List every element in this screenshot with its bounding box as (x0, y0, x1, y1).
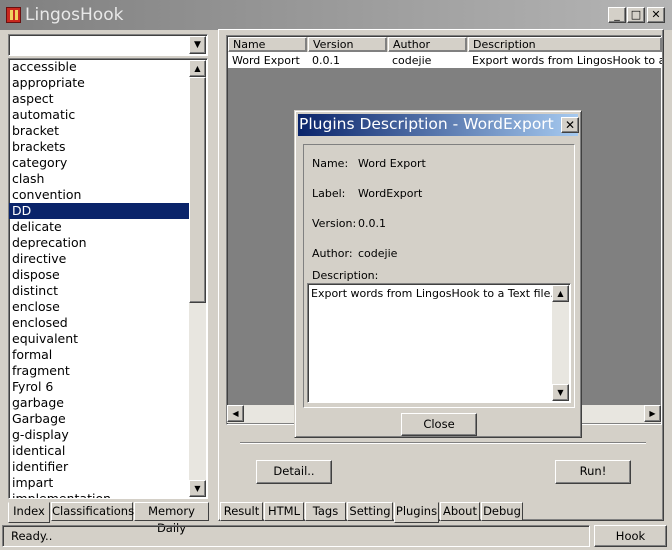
hook-button[interactable]: Hook (594, 525, 667, 547)
close-button[interactable]: ✕ (647, 7, 665, 23)
list-item[interactable]: garbage (9, 395, 189, 411)
tab-index[interactable]: Index (8, 502, 50, 523)
description-label: Description: (312, 269, 379, 282)
scroll-up-icon[interactable]: ▲ (552, 285, 569, 302)
detail-button[interactable]: Detail.. (256, 460, 332, 484)
title-bar: LingosHook _ □ ✕ (0, 0, 672, 30)
list-item[interactable]: convention (9, 187, 189, 203)
dialog-close-icon[interactable]: ✕ (561, 117, 579, 133)
minimize-button[interactable]: _ (608, 7, 626, 23)
scroll-left-icon[interactable]: ◀ (227, 405, 244, 422)
scroll-down-icon[interactable]: ▼ (552, 384, 569, 401)
column-version[interactable]: Version (308, 37, 387, 52)
description-textarea[interactable]: Export words from LingosHook to a Text f… (307, 283, 571, 403)
author-label: Author: (312, 247, 353, 260)
list-item[interactable]: dispose (9, 267, 189, 283)
plugin-name-cell: Word Export (232, 54, 300, 67)
list-item[interactable]: formal (9, 347, 189, 363)
list-item[interactable]: aspect (9, 91, 189, 107)
list-item[interactable]: category (9, 155, 189, 171)
version-value: 0.0.1 (358, 217, 386, 230)
description-scrollbar[interactable]: ▲ ▼ (552, 285, 569, 401)
tab-html[interactable]: HTML (264, 502, 304, 521)
run-button[interactable]: Run! (555, 460, 631, 484)
list-item[interactable]: brackets (9, 139, 189, 155)
list-item[interactable]: impart (9, 475, 189, 491)
list-item[interactable]: g-display (9, 427, 189, 443)
word-list[interactable]: accessible appropriate aspect automatic brac… (8, 58, 208, 499)
tab-debug[interactable]: Debug (481, 502, 523, 521)
left-tabs: Index Classifications Memory Daily (8, 502, 209, 535)
list-item[interactable]: clash (9, 171, 189, 187)
tab-about[interactable]: About (440, 502, 480, 521)
maximize-button[interactable]: □ (627, 7, 645, 23)
right-tabs: Result HTML Tags Setting Plugins About D… (220, 502, 530, 523)
word-search-combo[interactable]: ▼ (8, 34, 208, 56)
tab-result[interactable]: Result (220, 502, 263, 521)
list-item[interactable]: distinct (9, 283, 189, 299)
tab-plugins[interactable]: Plugins (394, 502, 439, 523)
plugin-version-cell: 0.0.1 (312, 54, 340, 67)
list-item[interactable]: equivalent (9, 331, 189, 347)
tab-tags[interactable]: Tags (305, 502, 346, 521)
scroll-up-icon[interactable]: ▲ (189, 60, 206, 77)
plugin-list-header: Name Version Author Description (228, 37, 662, 52)
scroll-down-icon[interactable]: ▼ (189, 480, 206, 497)
plugin-description-cell: Export words from LingosHook to a ... (472, 54, 662, 67)
list-item[interactable]: delicate (9, 219, 189, 235)
chevron-down-icon[interactable]: ▼ (189, 36, 206, 54)
list-item[interactable]: bracket (9, 123, 189, 139)
word-items: accessible appropriate aspect automatic brac… (9, 59, 207, 498)
description-value: Export words from LingosHook to a Text f… (311, 287, 554, 300)
list-item[interactable]: directive (9, 251, 189, 267)
divider (240, 442, 646, 444)
word-list-scrollbar[interactable]: ▲ ▼ (189, 60, 206, 497)
list-item[interactable]: fragment (9, 363, 189, 379)
label-label: Label: (312, 187, 346, 200)
dialog-title: Plugins Description - WordExport (299, 115, 554, 133)
column-author[interactable]: Author (388, 37, 467, 52)
plugin-description-dialog: Plugins Description - WordExport ✕ Name:… (294, 110, 582, 438)
list-item[interactable]: deprecation (9, 235, 189, 251)
column-name[interactable]: Name (228, 37, 307, 52)
name-label: Name: (312, 157, 349, 170)
scroll-right-icon[interactable]: ▶ (644, 405, 661, 422)
list-item[interactable]: implementation (9, 491, 189, 498)
window-title: LingosHook (25, 5, 124, 25)
list-item[interactable]: accessible (9, 59, 189, 75)
dialog-title-bar: Plugins Description - WordExport ✕ (298, 114, 579, 136)
list-item[interactable]: Fyrol 6 (9, 379, 189, 395)
scroll-thumb[interactable] (189, 77, 206, 303)
list-item[interactable]: identifier (9, 459, 189, 475)
version-label: Version: (312, 217, 357, 230)
list-item[interactable]: automatic (9, 107, 189, 123)
list-item[interactable]: enclose (9, 299, 189, 315)
plugin-author-cell: codejie (392, 54, 432, 67)
list-item[interactable]: DD (9, 203, 189, 219)
name-value: Word Export (358, 157, 426, 170)
status-text: Ready.. (2, 525, 590, 547)
list-item[interactable]: identical (9, 443, 189, 459)
tab-memory-daily[interactable]: Memory Daily (134, 502, 209, 535)
list-item[interactable]: Garbage (9, 411, 189, 427)
list-item[interactable]: enclosed (9, 315, 189, 331)
label-value: WordExport (358, 187, 423, 200)
list-item[interactable]: appropriate (9, 75, 189, 91)
app-logo-icon (6, 7, 21, 23)
dialog-close-button[interactable]: Close (401, 413, 477, 436)
tab-classifications[interactable]: Classifications (51, 502, 134, 521)
tab-setting[interactable]: Setting (347, 502, 393, 521)
author-value: codejie (358, 247, 398, 260)
column-description[interactable]: Description (468, 37, 662, 52)
